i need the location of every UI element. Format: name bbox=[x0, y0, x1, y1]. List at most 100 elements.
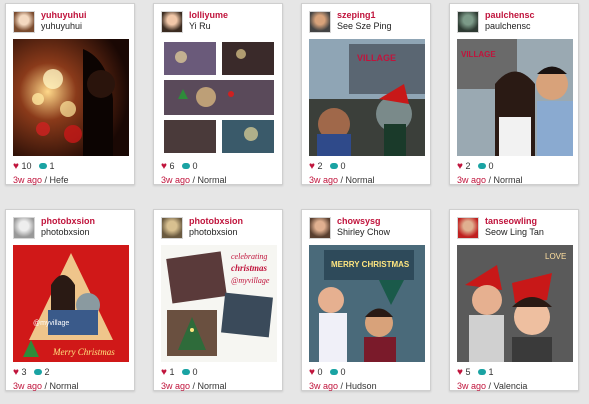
username-link[interactable]: yuhuyuhui bbox=[41, 10, 87, 20]
filter-label: Hudson bbox=[345, 381, 377, 391]
username-link[interactable]: tanseowling bbox=[485, 216, 537, 226]
meta-row: 3w ago / Normal bbox=[309, 175, 375, 185]
filter-label: Hefe bbox=[49, 175, 69, 185]
photo-card[interactable]: tanseowling Seow Ling Tan LOVE ♥ 5 1 3w … bbox=[449, 209, 579, 391]
photo-card[interactable]: chowsysg Shirley Chow MERRY CHRISTMAS ♥ … bbox=[301, 209, 431, 391]
heart-icon[interactable]: ♥ bbox=[161, 161, 167, 172]
time-link[interactable]: 3w ago bbox=[161, 175, 190, 185]
username-link[interactable]: paulchensc bbox=[485, 10, 535, 20]
filter-label: Normal bbox=[493, 175, 523, 185]
full-name: Shirley Chow bbox=[337, 227, 391, 237]
photo-card[interactable]: photobxsion photobxsion celebrating chri… bbox=[153, 209, 283, 391]
comment-icon[interactable] bbox=[477, 163, 486, 169]
comment-icon[interactable] bbox=[477, 369, 486, 375]
stats-row: ♥ 5 1 bbox=[457, 367, 494, 378]
time-link[interactable]: 3w ago bbox=[457, 175, 486, 185]
sign-text: VILLAGE bbox=[461, 50, 496, 59]
time-link[interactable]: 3w ago bbox=[309, 381, 338, 391]
photo-card[interactable]: yuhuyuhui yuhuyuhui ♥ 10 1 3w ago / Hefe bbox=[5, 3, 135, 185]
photo-image[interactable]: @myvillage Merry Christmas bbox=[13, 245, 129, 362]
photo-card[interactable]: paulchensc paulchensc VILLAGE ♥ 2 0 3w a… bbox=[449, 3, 579, 185]
username-link[interactable]: lolliyume bbox=[189, 10, 228, 20]
meta-row: 3w ago / Normal bbox=[161, 175, 227, 185]
likes-count: 3 bbox=[21, 367, 27, 377]
stats-row: ♥ 3 2 bbox=[13, 367, 50, 378]
stats-row: ♥ 2 0 bbox=[457, 161, 494, 172]
heart-icon[interactable]: ♥ bbox=[457, 161, 463, 172]
heart-icon[interactable]: ♥ bbox=[457, 367, 463, 378]
heart-icon[interactable]: ♥ bbox=[161, 367, 167, 378]
full-name: See Sze Ping bbox=[337, 21, 392, 31]
time-link[interactable]: 3w ago bbox=[309, 175, 338, 185]
avatar[interactable] bbox=[161, 11, 183, 33]
photo-image[interactable]: VILLAGE bbox=[457, 39, 573, 156]
meta-row: 3w ago / Normal bbox=[13, 381, 79, 391]
photo-card[interactable]: szeping1 See Sze Ping VILLAGE ♥ 2 0 3w a… bbox=[301, 3, 431, 185]
full-name: Yi Ru bbox=[189, 21, 211, 31]
photo-image[interactable] bbox=[161, 39, 277, 156]
avatar[interactable] bbox=[309, 11, 331, 33]
likes-count: 2 bbox=[465, 161, 471, 171]
stats-row: ♥ 6 0 bbox=[161, 161, 198, 172]
meta-row: 3w ago / Hudson bbox=[309, 381, 377, 391]
photo-image[interactable] bbox=[13, 39, 129, 156]
stats-row: ♥ 2 0 bbox=[309, 161, 346, 172]
username-link[interactable]: photobxsion bbox=[189, 216, 243, 226]
full-name: Seow Ling Tan bbox=[485, 227, 544, 237]
filter-label: Normal bbox=[49, 381, 79, 391]
photo-image[interactable]: celebrating christmas @myvillage bbox=[161, 245, 277, 362]
feed-page: { "colors": { "username": "#c0143c", "co… bbox=[0, 0, 589, 404]
sign-text: LOVE bbox=[545, 252, 566, 261]
username-link[interactable]: photobxsion bbox=[41, 216, 95, 226]
photo-image[interactable]: LOVE bbox=[457, 245, 573, 362]
meta-row: 3w ago / Normal bbox=[457, 175, 523, 185]
avatar[interactable] bbox=[309, 217, 331, 239]
caption-text: Merry Christmas bbox=[52, 347, 115, 357]
time-link[interactable]: 3w ago bbox=[13, 381, 42, 391]
comments-count: 0 bbox=[340, 367, 346, 377]
comments-count: 0 bbox=[192, 367, 198, 377]
stats-row: ♥ 10 1 bbox=[13, 161, 55, 172]
likes-count: 2 bbox=[317, 161, 323, 171]
avatar[interactable] bbox=[457, 217, 479, 239]
time-link[interactable]: 3w ago bbox=[457, 381, 486, 391]
tag-text: @myvillage bbox=[33, 320, 69, 327]
username-link[interactable]: chowsysg bbox=[337, 216, 381, 226]
comment-icon[interactable] bbox=[181, 369, 190, 375]
filter-label: Valencia bbox=[493, 381, 528, 391]
comment-icon[interactable] bbox=[33, 369, 42, 375]
meta-row: 3w ago / Normal bbox=[161, 381, 227, 391]
filter-label: Normal bbox=[197, 175, 227, 185]
heart-icon[interactable]: ♥ bbox=[13, 367, 19, 378]
comment-icon[interactable] bbox=[38, 163, 47, 169]
heart-icon[interactable]: ♥ bbox=[309, 367, 315, 378]
avatar[interactable] bbox=[161, 217, 183, 239]
comments-count: 0 bbox=[488, 161, 494, 171]
photo-card[interactable]: lolliyume Yi Ru ♥ 6 0 3w ago / Normal bbox=[153, 3, 283, 185]
comment-icon[interactable] bbox=[181, 163, 190, 169]
comments-count: 0 bbox=[340, 161, 346, 171]
avatar[interactable] bbox=[13, 11, 35, 33]
photo-image[interactable]: MERRY CHRISTMAS bbox=[309, 245, 425, 362]
comment-icon[interactable] bbox=[329, 369, 338, 375]
likes-count: 10 bbox=[21, 161, 32, 171]
photo-card[interactable]: photobxsion photobxsion @myvillage Merry… bbox=[5, 209, 135, 391]
time-link[interactable]: 3w ago bbox=[161, 381, 190, 391]
avatar[interactable] bbox=[13, 217, 35, 239]
likes-count: 6 bbox=[169, 161, 175, 171]
likes-count: 0 bbox=[317, 367, 323, 377]
time-link[interactable]: 3w ago bbox=[13, 175, 42, 185]
caption-line2: christmas bbox=[231, 263, 268, 273]
heart-icon[interactable]: ♥ bbox=[309, 161, 315, 172]
photo-image[interactable]: VILLAGE bbox=[309, 39, 425, 156]
avatar[interactable] bbox=[457, 11, 479, 33]
sign-text: VILLAGE bbox=[357, 53, 396, 63]
heart-icon[interactable]: ♥ bbox=[13, 161, 19, 172]
filter-label: Normal bbox=[197, 381, 227, 391]
comments-count: 1 bbox=[488, 367, 494, 377]
full-name: paulchensc bbox=[485, 21, 531, 31]
comments-count: 1 bbox=[49, 161, 55, 171]
username-link[interactable]: szeping1 bbox=[337, 10, 376, 20]
comment-icon[interactable] bbox=[329, 163, 338, 169]
comments-count: 0 bbox=[192, 161, 198, 171]
